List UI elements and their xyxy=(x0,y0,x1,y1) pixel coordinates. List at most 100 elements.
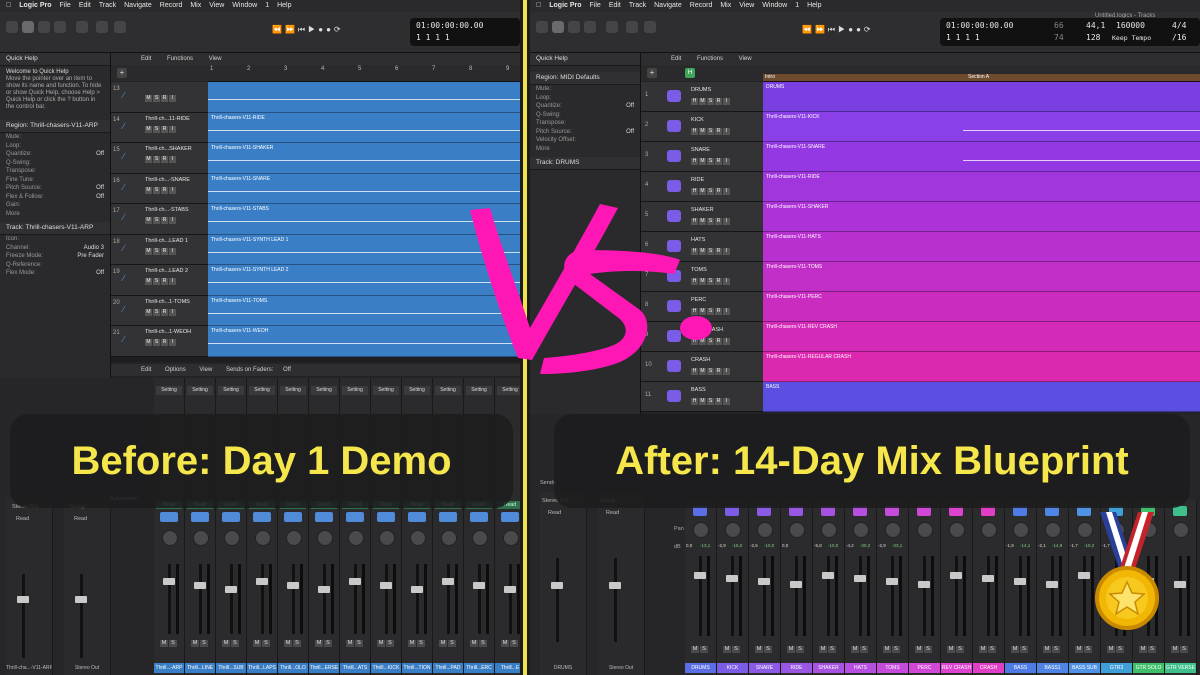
track-header[interactable]: 3 SNARE H M S R I xyxy=(641,142,763,172)
setting-button[interactable]: Setting xyxy=(187,386,213,395)
param-value[interactable]: Off xyxy=(626,102,634,111)
solo-button[interactable]: S xyxy=(417,640,425,647)
volume-fader[interactable] xyxy=(1014,578,1026,585)
track-m-button[interactable]: M xyxy=(699,188,706,195)
track-s-button[interactable]: S xyxy=(707,248,714,255)
functions-menu[interactable]: Functions xyxy=(697,56,723,62)
track-i-button[interactable]: I xyxy=(723,278,730,285)
mute-button[interactable]: M xyxy=(1171,646,1179,653)
inspector-param[interactable]: Velocity Offset: xyxy=(530,136,640,145)
channel-name[interactable]: TOMS xyxy=(877,663,908,673)
track-r-button[interactable]: R xyxy=(715,218,722,225)
channel-name[interactable]: Thrill...E xyxy=(495,663,520,673)
track-h-button[interactable]: H xyxy=(691,278,698,285)
track-i-button[interactable]: I xyxy=(169,156,176,163)
add-track-button[interactable]: + xyxy=(117,68,127,78)
track-r-button[interactable]: R xyxy=(161,278,168,285)
mute-button[interactable]: M xyxy=(947,646,955,653)
volume-fader[interactable] xyxy=(1046,581,1058,588)
mute-button[interactable]: M xyxy=(284,640,292,647)
inspector-button[interactable] xyxy=(552,21,564,33)
track-header[interactable]: 18 ∕ Thrill-ch...LEAD 1 MSRI xyxy=(111,234,208,265)
track-r-button[interactable]: R xyxy=(715,338,722,345)
midi-region[interactable]: Thrill-chasers-V11-HATS xyxy=(763,232,1200,262)
inspector-param[interactable]: Gain: xyxy=(0,201,110,210)
track-header[interactable]: 17 ∕ Thrill-ch...-STABS M S R I xyxy=(111,204,208,235)
track-m-button[interactable]: M xyxy=(699,128,706,135)
pan-knob[interactable] xyxy=(693,522,709,538)
inspector-param[interactable]: Freeze Mode: Pre Fader xyxy=(0,252,110,261)
volume-fader[interactable] xyxy=(758,578,770,585)
channel-name[interactable]: Thrill...LINE xyxy=(185,663,215,673)
setting-button[interactable]: Setting xyxy=(373,386,399,395)
track-m-button[interactable]: M xyxy=(145,308,152,316)
inspector-param[interactable]: Loop: xyxy=(0,142,110,151)
track-s-button[interactable]: S xyxy=(153,186,160,194)
track-i-button[interactable]: I xyxy=(169,217,176,224)
solo-button[interactable]: S xyxy=(386,640,394,647)
track-r-button[interactable]: R xyxy=(161,339,168,346)
pan-knob[interactable] xyxy=(1045,522,1061,538)
channel-name[interactable]: CRASH xyxy=(973,663,1004,673)
track-s-button[interactable]: S xyxy=(153,95,160,102)
pan-knob[interactable] xyxy=(441,530,457,546)
inspector-param[interactable]: Mute: xyxy=(0,133,110,142)
midi-region[interactable]: Thrill-chasers-V11-REGULAR CRASH xyxy=(763,352,1200,382)
solo-button[interactable]: S xyxy=(764,646,772,653)
apple-icon[interactable]:  xyxy=(536,0,541,12)
channel-name[interactable]: Thrill-cha...-V11-ARP xyxy=(6,663,52,673)
setting-button[interactable]: Setting xyxy=(218,386,244,395)
track-r-button[interactable]: R xyxy=(715,158,722,165)
track-header[interactable]: 13 ∕ M S R I xyxy=(111,82,208,113)
track-r-button[interactable]: R xyxy=(161,247,168,255)
channel-name[interactable]: BASS SUB xyxy=(1069,663,1100,673)
pan-knob[interactable] xyxy=(472,530,488,546)
track-m-button[interactable]: M xyxy=(145,217,152,224)
inspector-param[interactable]: Pitch Source: Off xyxy=(0,184,110,193)
track-m-button[interactable]: M xyxy=(699,278,706,285)
quick-help-button[interactable] xyxy=(38,21,50,33)
transport-controls[interactable]: ⏪⏩⏮▶●●⟳ xyxy=(272,25,344,35)
read-mode[interactable]: Read xyxy=(74,516,87,522)
param-value[interactable]: Off xyxy=(96,269,104,278)
midi-region[interactable]: Thrill-chasers-V11-PERC xyxy=(763,292,1200,322)
track-m-button[interactable]: M xyxy=(145,125,152,133)
param-value[interactable]: Off xyxy=(96,150,104,159)
track-header[interactable]: Track: DRUMS xyxy=(530,157,640,170)
solo-button[interactable]: S xyxy=(1180,646,1188,653)
menu-help[interactable]: Help xyxy=(277,0,291,12)
track-r-button[interactable]: R xyxy=(161,217,168,224)
track-r-button[interactable]: R xyxy=(715,398,722,405)
midi-region[interactable]: Thrill-chasers-V11-SHAKER xyxy=(763,202,1200,232)
inspector-param[interactable]: Loop: xyxy=(530,94,640,103)
pan-knob[interactable] xyxy=(410,530,426,546)
inspector-param[interactable]: Quantize: Off xyxy=(530,102,640,111)
channel-name[interactable]: PERC xyxy=(909,663,940,673)
mixer-view-menu[interactable]: View xyxy=(199,367,212,373)
track-h-button[interactable]: H xyxy=(691,218,698,225)
menu-view[interactable]: View xyxy=(739,0,754,12)
setting-button[interactable]: Setting xyxy=(404,386,430,395)
add-track-button[interactable]: + xyxy=(647,68,657,78)
track-i-button[interactable]: I xyxy=(169,186,176,194)
track-s-button[interactable]: S xyxy=(153,247,160,255)
volume-fader[interactable] xyxy=(1078,572,1090,579)
menu-edit[interactable]: Edit xyxy=(79,0,91,12)
midi-region[interactable]: Thrill-chasers-V11-REV CRASH xyxy=(763,322,1200,352)
menu-record[interactable]: Record xyxy=(160,0,183,12)
track-i-button[interactable]: I xyxy=(723,128,730,135)
track-header[interactable]: 14 ∕ Thrill-ch...11-RIDE M S R I xyxy=(111,112,208,143)
track-r-button[interactable]: R xyxy=(715,308,722,315)
track-i-button[interactable]: I xyxy=(723,158,730,165)
volume-fader[interactable] xyxy=(504,586,516,593)
intro-marker[interactable]: Intro xyxy=(765,74,775,80)
solo-button[interactable]: S xyxy=(796,646,804,653)
track-r-button[interactable]: R xyxy=(161,156,168,163)
channel-name[interactable]: SHAKER xyxy=(813,663,844,673)
track-s-button[interactable]: S xyxy=(153,156,160,163)
param-value[interactable]: Off xyxy=(96,184,104,193)
menu-edit[interactable]: Edit xyxy=(609,0,621,12)
audio-region[interactable]: Thrill-chasers-V11-SHAKER xyxy=(208,143,520,174)
channel-name[interactable]: SNARE xyxy=(749,663,780,673)
solo-button[interactable]: S xyxy=(956,646,964,653)
